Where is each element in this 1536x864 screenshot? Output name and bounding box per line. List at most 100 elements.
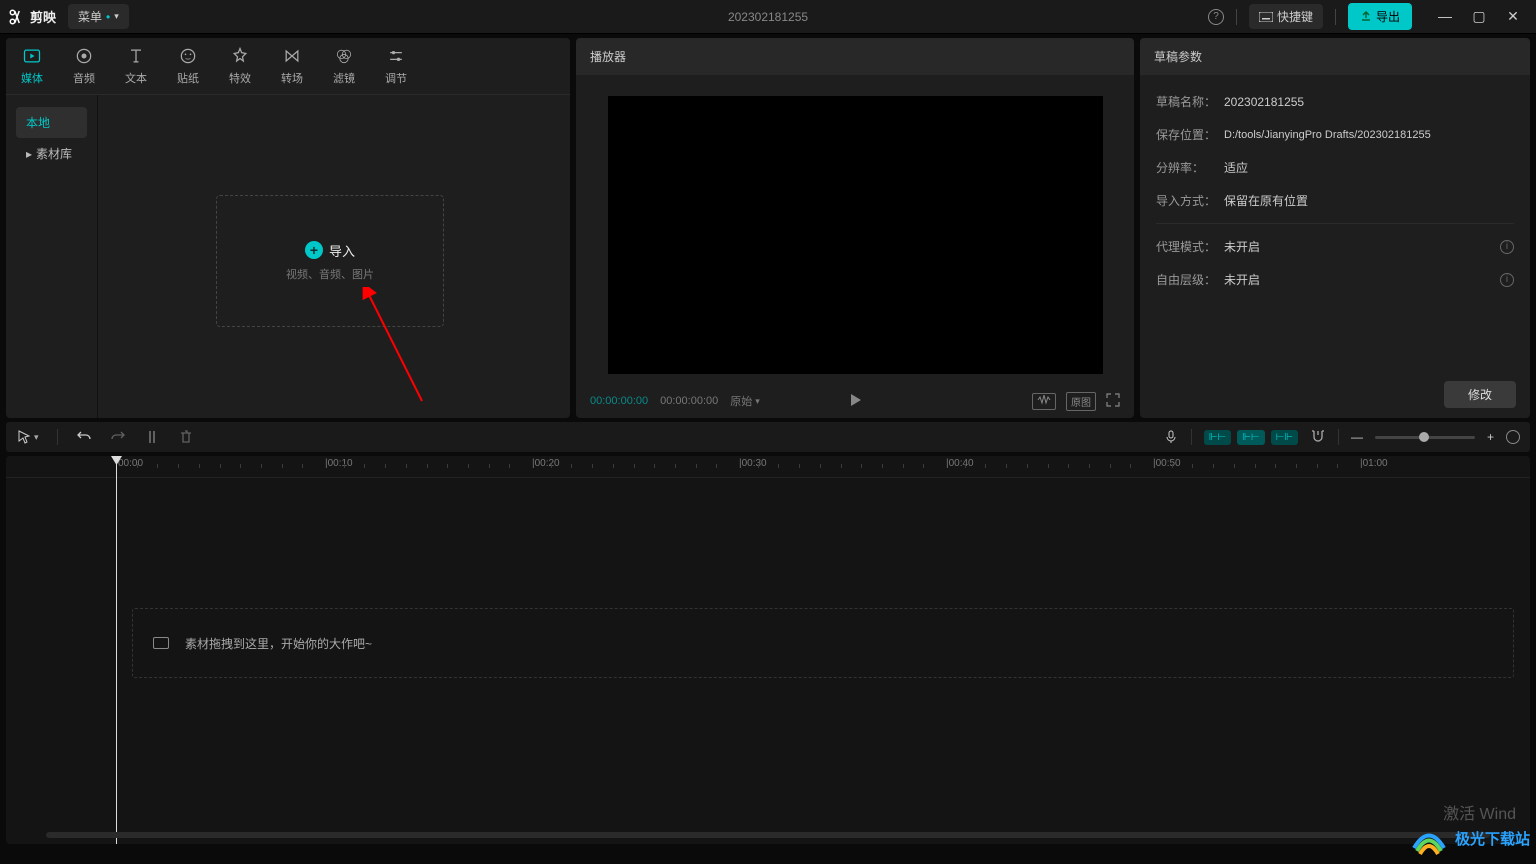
- param-label: 自由层级：: [1156, 271, 1224, 288]
- help-icon[interactable]: ?: [1208, 9, 1224, 25]
- fullscreen-button[interactable]: [1106, 393, 1120, 410]
- media-tabs: 媒体 音频 文本 贴纸 特效 转场: [6, 38, 570, 95]
- filter-icon: [334, 46, 354, 66]
- timeline-scrollbar[interactable]: [46, 832, 1490, 838]
- param-row-proxy: 代理模式： 未开启 i: [1156, 230, 1514, 263]
- param-value: 未开启: [1224, 271, 1260, 288]
- zoom-out-button[interactable]: —: [1351, 430, 1363, 444]
- sidebar-library[interactable]: ▸ 素材库: [16, 138, 87, 169]
- delete-button[interactable]: [178, 429, 194, 445]
- transition-icon: [282, 46, 302, 66]
- params-body: 草稿名称： 202302181255 保存位置： D:/tools/Jianyi…: [1140, 75, 1530, 371]
- aspect-ratio-menu[interactable]: 原始 ▾: [730, 393, 760, 409]
- tab-effect[interactable]: 特效: [214, 38, 266, 94]
- modify-button[interactable]: 修改: [1444, 381, 1516, 408]
- player-controls: 00:00:00:00 00:00:00:00 原始 ▾ 原图: [576, 384, 1134, 418]
- ratio-label: 原始: [730, 393, 752, 409]
- import-row: + 导入: [305, 241, 355, 260]
- shortcut-button[interactable]: 快捷键: [1249, 4, 1323, 29]
- info-icon[interactable]: i: [1500, 273, 1514, 287]
- timeline-panel: 00:00|00:10|00:20|00:30|00:40|00:50|01:0…: [6, 456, 1530, 844]
- param-label: 分辨率：: [1156, 159, 1224, 176]
- params-footer: 修改: [1140, 371, 1530, 418]
- quality-button[interactable]: 原图: [1066, 392, 1096, 411]
- undo-button[interactable]: [76, 429, 92, 445]
- params-header: 草稿参数: [1140, 38, 1530, 75]
- tab-transition[interactable]: 转场: [266, 38, 318, 94]
- export-label: 导出: [1376, 8, 1400, 25]
- chevron-down-icon: ▾: [114, 11, 119, 22]
- media-sidebar: 本地 ▸ 素材库: [6, 95, 98, 418]
- param-label: 保存位置：: [1156, 126, 1224, 143]
- tab-label: 媒体: [21, 70, 43, 86]
- param-value: D:/tools/JianyingPro Drafts/202302181255: [1224, 129, 1431, 141]
- mic-icon: [1163, 429, 1179, 445]
- tab-text[interactable]: 文本: [110, 38, 162, 94]
- param-row-resolution: 分辨率： 适应: [1156, 151, 1514, 184]
- zoom-thumb[interactable]: [1419, 432, 1429, 442]
- zoom-in-button[interactable]: +: [1487, 430, 1494, 444]
- app-name: 剪映: [30, 7, 56, 26]
- param-row-path: 保存位置： D:/tools/JianyingPro Drafts/202302…: [1156, 118, 1514, 151]
- chevron-right-icon: ▸: [26, 147, 32, 161]
- info-icon[interactable]: i: [1500, 240, 1514, 254]
- sticker-icon: [178, 46, 198, 66]
- redo-icon: [110, 429, 126, 445]
- param-value: 保留在原有位置: [1224, 192, 1308, 209]
- tab-sticker[interactable]: 贴纸: [162, 38, 214, 94]
- scope-button[interactable]: [1032, 393, 1056, 410]
- tab-audio[interactable]: 音频: [58, 38, 110, 94]
- maximize-button[interactable]: ▢: [1472, 8, 1486, 25]
- snap-toggle-3[interactable]: ⊢⊩: [1271, 430, 1298, 445]
- watermark-activate: 激活 Wind: [1443, 800, 1516, 824]
- tab-adjust[interactable]: 调节: [370, 38, 422, 94]
- tab-label: 滤镜: [333, 70, 355, 86]
- param-label: 导入方式：: [1156, 192, 1224, 209]
- tab-label: 调节: [385, 70, 407, 86]
- timeline-ruler[interactable]: 00:00|00:10|00:20|00:30|00:40|00:50|01:0…: [6, 456, 1530, 478]
- params-panel: 草稿参数 草稿名称： 202302181255 保存位置： D:/tools/J…: [1140, 38, 1530, 418]
- param-row-layer: 自由层级： 未开启 i: [1156, 263, 1514, 296]
- title-right: ? 快捷键 导出 — ▢ ✕: [1208, 3, 1528, 30]
- timeline-drop-area[interactable]: 素材拖拽到这里，开始你的大作吧~: [132, 608, 1514, 678]
- zoom-slider[interactable]: [1375, 436, 1475, 439]
- magnet-icon: [1310, 429, 1326, 443]
- menu-button[interactable]: 菜单 • ▾: [68, 4, 129, 29]
- tab-label: 文本: [125, 70, 147, 86]
- media-content: + 导入 视频、音频、图片: [98, 95, 570, 418]
- tab-label: 贴纸: [177, 70, 199, 86]
- minimize-button[interactable]: —: [1438, 8, 1452, 25]
- drop-hint: 素材拖拽到这里，开始你的大作吧~: [185, 635, 372, 652]
- chevron-down-icon: ▾: [755, 396, 760, 407]
- chevron-down-icon: ▾: [34, 432, 39, 443]
- play-icon: [848, 393, 862, 407]
- split-button[interactable]: [144, 429, 160, 445]
- window-controls: — ▢ ✕: [1438, 8, 1520, 25]
- time-current: 00:00:00:00: [590, 395, 648, 407]
- sidebar-local[interactable]: 本地: [16, 107, 87, 138]
- export-button[interactable]: 导出: [1348, 3, 1412, 30]
- keyboard-icon: [1259, 12, 1273, 22]
- redo-button[interactable]: [110, 429, 126, 445]
- divider: [1156, 223, 1514, 224]
- mic-button[interactable]: [1163, 429, 1179, 445]
- time-total: 00:00:00:00: [660, 395, 718, 407]
- playhead[interactable]: [116, 456, 117, 844]
- magnet-button[interactable]: [1310, 429, 1326, 446]
- separator: [1191, 429, 1192, 445]
- import-button[interactable]: + 导入 视频、音频、图片: [216, 195, 444, 327]
- play-button[interactable]: [848, 393, 862, 410]
- menu-dot: •: [106, 10, 110, 24]
- tab-filter[interactable]: 滤镜: [318, 38, 370, 94]
- snap-toggle-1[interactable]: ⊩⊢: [1204, 430, 1231, 445]
- player-right-controls: 原图: [1032, 392, 1120, 411]
- snap-toggle-2[interactable]: ⊩⊢: [1237, 430, 1264, 445]
- app-logo: 剪映: [8, 7, 56, 26]
- param-value: 适应: [1224, 159, 1248, 176]
- tab-media[interactable]: 媒体: [6, 38, 58, 94]
- close-button[interactable]: ✕: [1506, 8, 1520, 25]
- select-tool[interactable]: ▾: [16, 429, 39, 445]
- separator: [1335, 9, 1336, 25]
- waveform-icon: [1037, 395, 1051, 405]
- zoom-fit-button[interactable]: [1506, 430, 1520, 444]
